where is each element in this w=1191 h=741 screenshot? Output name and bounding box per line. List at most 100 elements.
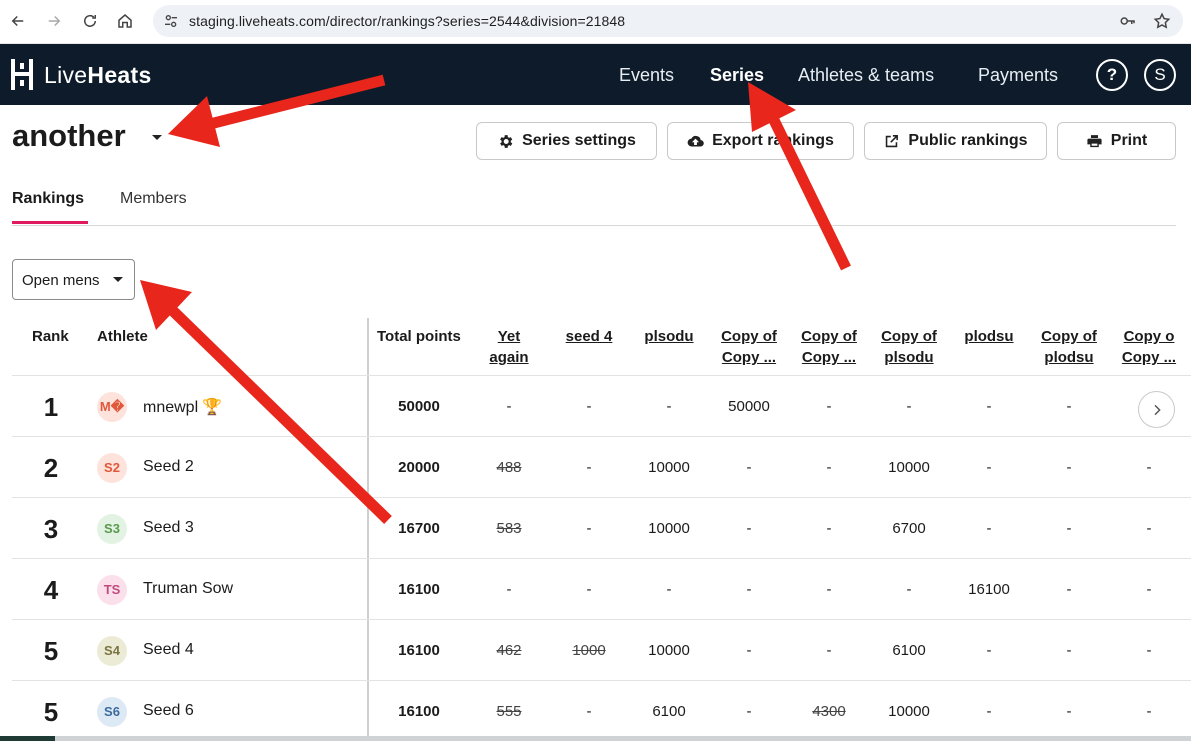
event-points-cell: - bbox=[1146, 702, 1152, 720]
key-icon[interactable] bbox=[1119, 12, 1137, 30]
nav-events[interactable]: Events bbox=[619, 65, 674, 86]
series-settings-label: Series settings bbox=[522, 132, 636, 149]
avatar[interactable]: S4 bbox=[97, 635, 127, 666]
liveheats-logo-icon[interactable] bbox=[11, 59, 33, 90]
tab-members[interactable]: Members bbox=[120, 190, 187, 208]
forward-arrow-icon[interactable] bbox=[43, 10, 65, 32]
event-points-cell: - bbox=[826, 519, 832, 537]
event-points-cell: - bbox=[986, 519, 992, 537]
event-points-cell: - bbox=[746, 702, 752, 720]
event-column-header-line1: Copy of bbox=[721, 328, 777, 345]
athlete-name-text[interactable]: Truman Sow bbox=[143, 580, 233, 597]
event-column-header[interactable]: Copy of Copy ... bbox=[709, 326, 789, 368]
export-rankings-button[interactable]: Export rankings bbox=[667, 122, 854, 160]
athlete-name[interactable]: Seed 4 bbox=[143, 641, 194, 659]
print-button[interactable]: Print bbox=[1057, 122, 1176, 160]
event-points-cell: - bbox=[986, 702, 992, 720]
event-column-header-line2: Copy ... bbox=[801, 349, 857, 366]
tab-rankings[interactable]: Rankings bbox=[12, 190, 84, 208]
event-column-header[interactable]: Copy of plodsu bbox=[1029, 326, 1109, 368]
athlete-name-text[interactable]: Seed 2 bbox=[143, 458, 194, 475]
event-points-cell: - bbox=[1066, 519, 1072, 537]
event-points-cell: - bbox=[986, 458, 992, 476]
event-points-cell: 6100 bbox=[892, 641, 926, 659]
event-points-cell: 10000 bbox=[888, 702, 930, 720]
athlete-name[interactable]: mnewpl 🏆 bbox=[143, 397, 222, 417]
event-column-header-line1: plodsu bbox=[964, 328, 1014, 345]
event-points-cell: - bbox=[666, 580, 672, 598]
logo-text[interactable]: LiveHeats bbox=[44, 62, 152, 89]
reload-icon[interactable] bbox=[79, 10, 101, 32]
event-column-header[interactable]: Copy o Copy ... bbox=[1109, 326, 1189, 368]
division-select[interactable]: Open mens bbox=[12, 259, 135, 300]
athlete-name[interactable]: Seed 6 bbox=[143, 702, 194, 720]
event-points-cell: 10000 bbox=[888, 458, 930, 476]
nav-athletes-teams[interactable]: Athletes & teams bbox=[798, 65, 934, 86]
event-column-header-line1: Copy o bbox=[1123, 328, 1175, 345]
event-column-header-line1: Yet bbox=[497, 328, 521, 345]
event-points-cell: 555 bbox=[496, 702, 522, 720]
back-arrow-icon[interactable] bbox=[7, 10, 29, 32]
series-settings-button[interactable]: Series settings bbox=[476, 122, 657, 160]
site-settings-icon[interactable] bbox=[163, 13, 179, 29]
chevron-right-icon bbox=[1153, 404, 1161, 415]
row-divider bbox=[12, 375, 1191, 376]
event-column-header[interactable]: Copy of plsodu bbox=[869, 326, 949, 368]
nav-series[interactable]: Series bbox=[710, 65, 764, 86]
active-tab-indicator bbox=[12, 221, 88, 224]
division-select-value: Open mens bbox=[22, 272, 100, 289]
event-points-cell: 10000 bbox=[648, 519, 690, 537]
total-points: 50000 bbox=[398, 397, 440, 415]
arrow-to-series-nav bbox=[748, 82, 851, 271]
athlete-name[interactable]: Truman Sow bbox=[143, 580, 233, 598]
total-points: 16100 bbox=[398, 702, 440, 720]
avatar[interactable]: M� bbox=[97, 391, 127, 422]
scroll-right-button[interactable] bbox=[1138, 391, 1175, 428]
event-points-cell: - bbox=[826, 580, 832, 598]
nav-payments[interactable]: Payments bbox=[978, 65, 1058, 86]
event-points-cell: - bbox=[506, 580, 512, 598]
athlete-name-text[interactable]: Seed 4 bbox=[143, 641, 194, 658]
event-column-header[interactable]: plsodu bbox=[629, 326, 709, 347]
event-column-header[interactable]: plodsu bbox=[949, 326, 1029, 347]
athlete-name[interactable]: Seed 2 bbox=[143, 458, 194, 476]
row-divider bbox=[12, 680, 1191, 681]
series-title[interactable]: another bbox=[12, 118, 126, 154]
chevron-down-icon bbox=[113, 277, 123, 282]
logo-text-bold: Heats bbox=[87, 62, 152, 88]
event-points-cell: - bbox=[826, 397, 832, 415]
address-bar[interactable]: staging.liveheats.com/director/rankings?… bbox=[153, 5, 1183, 37]
rank-value: 5 bbox=[43, 696, 59, 727]
home-icon[interactable] bbox=[114, 10, 136, 32]
athlete-name-text[interactable]: mnewpl bbox=[143, 399, 198, 416]
avatar[interactable]: S6 bbox=[97, 696, 127, 727]
avatar[interactable]: S3 bbox=[97, 513, 127, 544]
athlete-name[interactable]: Seed 3 bbox=[143, 519, 194, 537]
event-points-cell: 10000 bbox=[648, 458, 690, 476]
event-points-cell: - bbox=[906, 397, 912, 415]
rank-value: 2 bbox=[43, 452, 59, 483]
event-column-header[interactable]: Yet again bbox=[469, 326, 549, 368]
event-points-cell: - bbox=[906, 580, 912, 598]
event-column-header[interactable]: seed 4 bbox=[549, 326, 629, 347]
athlete-name-text[interactable]: Seed 6 bbox=[143, 702, 194, 719]
star-icon[interactable] bbox=[1153, 12, 1171, 30]
public-rankings-button[interactable]: Public rankings bbox=[864, 122, 1047, 160]
event-points-cell: - bbox=[586, 397, 592, 415]
event-column-header[interactable]: Copy of Copy ... bbox=[789, 326, 869, 368]
event-points-cell: 462 bbox=[496, 641, 522, 659]
avatar[interactable]: TS bbox=[97, 574, 127, 605]
athlete-name-text[interactable]: Seed 3 bbox=[143, 519, 194, 536]
event-points-cell: - bbox=[1066, 458, 1072, 476]
event-points-cell: - bbox=[746, 580, 752, 598]
url-text[interactable]: staging.liveheats.com/director/rankings?… bbox=[189, 13, 625, 29]
external-link-icon bbox=[886, 134, 899, 147]
event-points-cell: 583 bbox=[496, 519, 522, 537]
event-points-cell: - bbox=[506, 397, 512, 415]
chevron-down-icon[interactable] bbox=[152, 135, 162, 140]
user-avatar-button[interactable]: S bbox=[1144, 59, 1176, 91]
avatar[interactable]: S2 bbox=[97, 452, 127, 483]
help-button[interactable]: ? bbox=[1096, 59, 1128, 91]
event-column-header-line2: Copy ... bbox=[1121, 349, 1177, 366]
print-label: Print bbox=[1110, 132, 1148, 149]
